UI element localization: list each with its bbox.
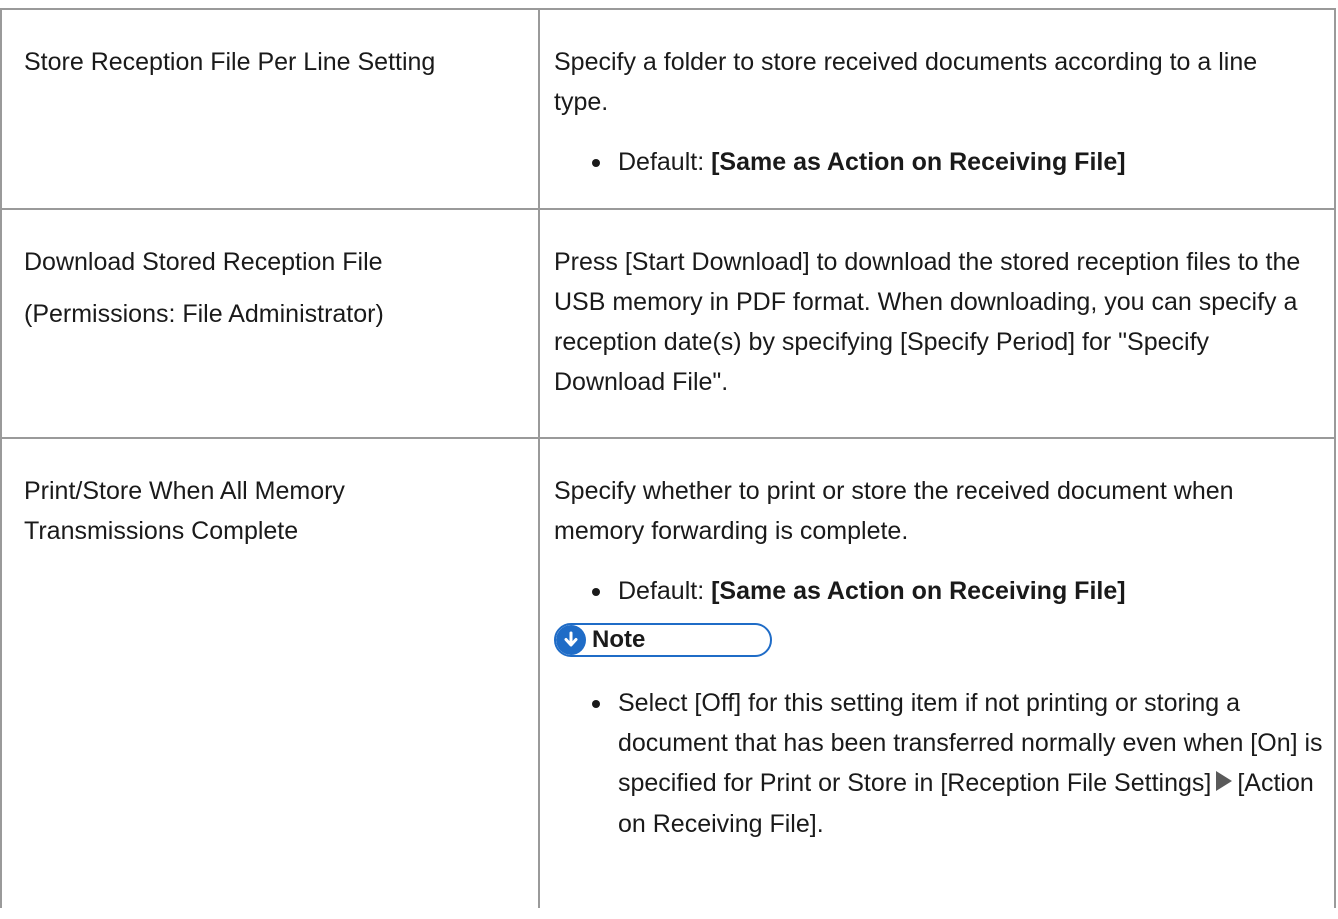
default-prefix: Default: (618, 148, 712, 176)
down-arrow-circle-icon (556, 625, 586, 655)
default-value: [Same as Action on Receiving File] (711, 577, 1126, 605)
setting-permissions: (Permissions: File Administrator) (24, 300, 384, 328)
right-triangle-icon (1215, 764, 1233, 804)
default-item: Default: [Same as Action on Receiving Fi… (554, 142, 1324, 182)
setting-name-cell: Download Stored Reception File (Permissi… (24, 242, 524, 334)
default-item: Default: [Same as Action on Receiving Fi… (554, 571, 1324, 611)
setting-description: Press [Start Download] to download the s… (554, 248, 1301, 396)
setting-description-cell: Specify a folder to store received docum… (554, 42, 1324, 182)
table-row: Download Stored Reception File (Permissi… (2, 210, 1334, 439)
table-row: Print/Store When All Memory Transmission… (2, 439, 1334, 919)
default-prefix: Default: (618, 577, 712, 605)
setting-name: Store Reception File Per Line Setting (24, 48, 436, 76)
setting-name: Download Stored Reception File (24, 248, 383, 276)
setting-description: Specify a folder to store received docum… (554, 48, 1258, 116)
note-container: Note (554, 621, 1324, 661)
note-label: Note (592, 626, 646, 653)
note-item: Select [Off] for this setting item if no… (554, 683, 1324, 844)
setting-name: Print/Store When All Memory Transmission… (24, 477, 345, 545)
note-badge: Note (554, 623, 772, 657)
setting-description-cell: Specify whether to print or store the re… (554, 471, 1324, 844)
setting-name-cell: Print/Store When All Memory Transmission… (24, 471, 444, 551)
setting-description-cell: Press [Start Download] to download the s… (554, 242, 1324, 402)
default-value: [Same as Action on Receiving File] (711, 148, 1126, 176)
setting-name-cell: Store Reception File Per Line Setting (24, 42, 524, 82)
table-row: Store Reception File Per Line Setting Sp… (2, 10, 1334, 210)
setting-description: Specify whether to print or store the re… (554, 477, 1234, 545)
settings-table: Store Reception File Per Line Setting Sp… (0, 8, 1336, 908)
